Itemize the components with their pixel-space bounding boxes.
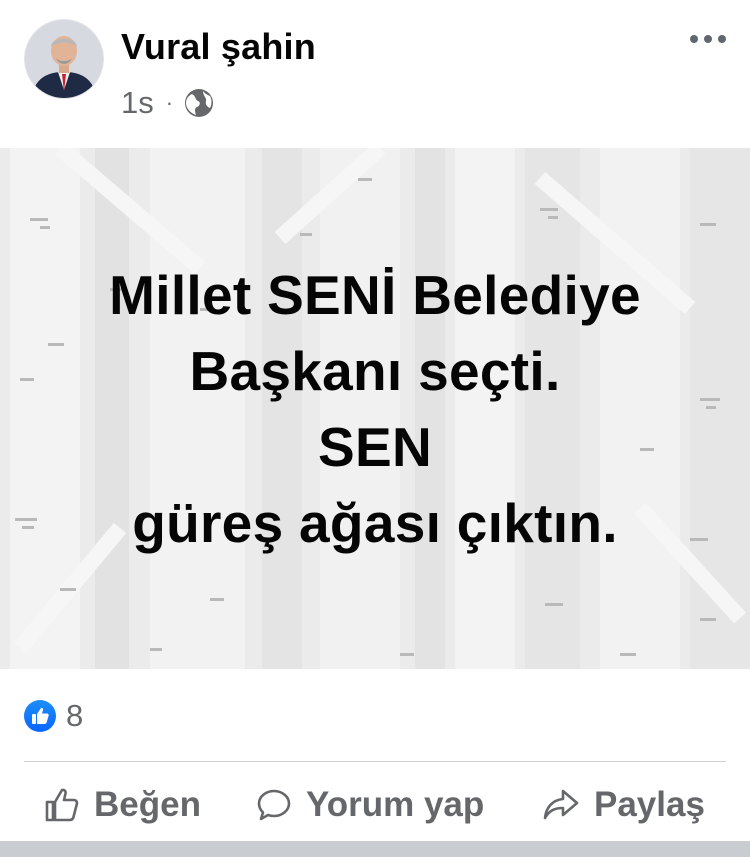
post-actions: Beğen Yorum yap Paylaş — [0, 776, 750, 834]
reaction-count: 8 — [66, 698, 84, 733]
comment-label: Yorum yap — [306, 785, 485, 824]
thumbs-up-icon — [45, 788, 79, 822]
post-timestamp[interactable]: 1s — [121, 85, 154, 121]
post-header: Vural şahin 1s · — [0, 0, 750, 148]
post-text-line: güreş ağası çıktın. — [132, 491, 618, 554]
feed-separator — [0, 841, 750, 857]
share-label: Paylaş — [594, 785, 705, 824]
comment-icon — [257, 789, 291, 821]
author-avatar[interactable] — [24, 19, 104, 99]
thumbs-up-icon — [32, 707, 49, 724]
like-button[interactable]: Beğen — [44, 776, 201, 834]
like-reaction-icon — [24, 700, 56, 732]
like-label: Beğen — [94, 785, 201, 824]
share-icon — [543, 789, 579, 820]
reaction-summary[interactable]: 8 — [24, 697, 83, 735]
post-text-line: SEN — [318, 415, 432, 478]
post-text-line: Millet SENİ Belediye — [109, 263, 641, 326]
comment-button[interactable]: Yorum yap — [256, 776, 484, 834]
author-name[interactable]: Vural şahin — [121, 26, 316, 68]
post-text-line: Başkanı seçti. — [189, 339, 561, 402]
share-button[interactable]: Paylaş — [542, 776, 705, 834]
post-text: Millet SENİ Belediye Başkanı seçti. SEN … — [0, 148, 750, 669]
profile-photo — [25, 20, 103, 98]
meta-separator: · — [165, 90, 174, 115]
post-meta: 1s · — [121, 83, 215, 123]
more-options-icon[interactable] — [690, 30, 726, 48]
action-divider — [24, 761, 726, 762]
globe-icon[interactable] — [183, 87, 215, 119]
